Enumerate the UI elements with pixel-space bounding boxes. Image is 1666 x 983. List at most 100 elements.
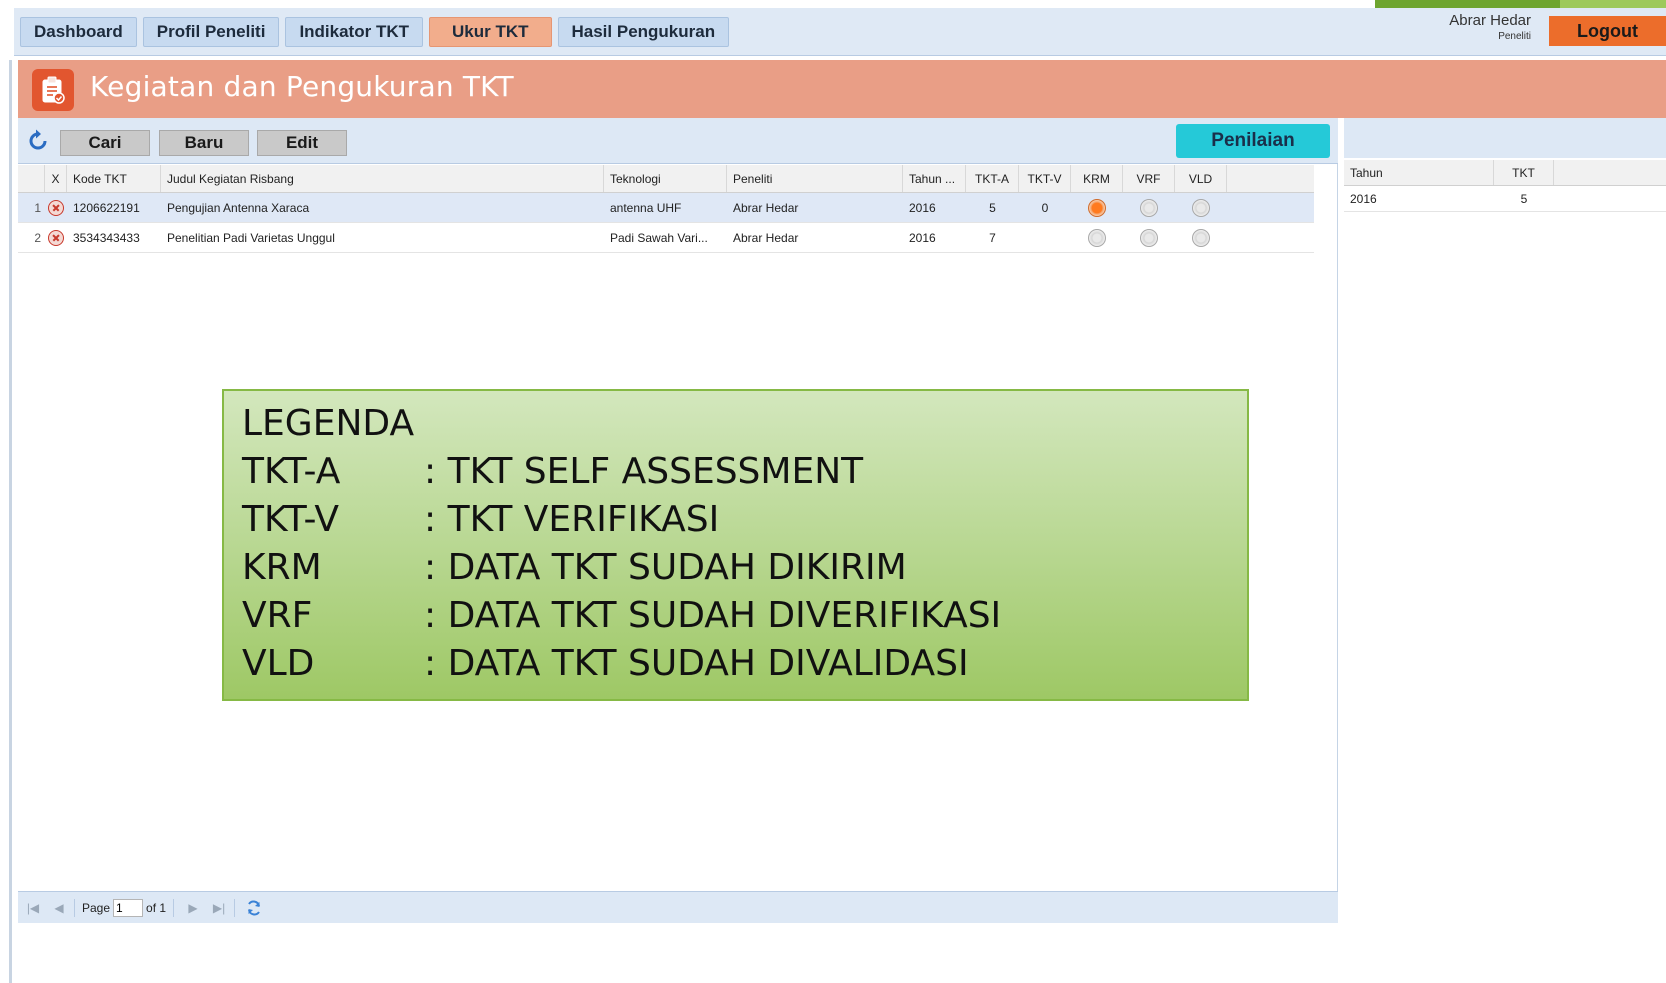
divider [234,898,236,917]
header-tkt-v[interactable]: TKT-V [1019,165,1071,192]
cell-judul: Pengujian Antenna Xaraca [167,200,310,215]
user-info: Abrar Hedar Peneliti [1449,12,1531,42]
vrf-radio[interactable] [1123,223,1175,252]
legend-item: KRM : DATA TKT SUDAH DIKIRIM [242,547,907,588]
legend-key: VRF [242,595,313,636]
delete-icon[interactable] [45,223,67,252]
page-title: Kegiatan dan Pengukuran TKT [90,70,514,103]
legend-key: KRM [242,547,322,588]
legend-desc: : TKT SELF ASSESSMENT [424,451,864,492]
krm-radio[interactable] [1071,223,1123,252]
first-page-icon[interactable]: |◀ [22,898,44,918]
legend-desc: : DATA TKT SUDAH DIVERIFIKASI [424,595,1002,636]
cell-teknologi: Padi Sawah Vari... [610,230,708,245]
page-label: Page [82,900,111,915]
refresh-icon[interactable] [26,128,50,152]
grid-header: X Kode TKT Judul Kegiatan Risbang Teknol… [18,165,1314,193]
page-header: Kegiatan dan Pengukuran TKT [18,60,1666,118]
tab-ukur-tkt[interactable]: Ukur TKT [429,17,552,47]
top-navigation-bar: Dashboard Profil Peneliti Indikator TKT … [14,8,1666,56]
legend-key: TKT-V [242,499,339,540]
header-tahun[interactable]: Tahun ... [903,165,966,192]
legend-item: VRF : DATA TKT SUDAH DIVERIFIKASI [242,595,1001,636]
side-table-row[interactable]: 2016 5 [1344,186,1666,212]
legend-desc: : TKT VERIFIKASI [424,499,720,540]
delete-icon[interactable] [45,193,67,222]
edit-button[interactable]: Edit [257,130,347,156]
user-name: Abrar Hedar [1449,12,1531,29]
table-row[interactable]: 2 3534343433 Penelitian Padi Varietas Un… [18,223,1314,253]
cell-tkt-v [1019,223,1071,252]
grid-toolbar: Cari Baru Edit Penilaian [18,118,1338,164]
divider [173,898,175,917]
side-grid-header: Tahun TKT [1344,160,1666,186]
legend-item: TKT-A : TKT SELF ASSESSMENT [242,451,863,492]
legend-item: TKT-V : TKT VERIFIKASI [242,499,719,540]
cell-tahun: 2016 [909,230,936,245]
krm-radio[interactable] [1071,193,1123,222]
cell-side-tahun: 2016 [1350,191,1377,206]
row-number: 1 [34,200,41,215]
decorative-bar-light [1560,0,1666,8]
legend-desc: : DATA TKT SUDAH DIVALIDASI [424,643,969,684]
legend-item: VLD : DATA TKT SUDAH DIVALIDASI [242,643,969,684]
cell-kode-tkt: 1206622191 [73,200,140,215]
legend-key: VLD [242,643,315,684]
next-page-icon[interactable]: ▶ [182,898,204,918]
cell-peneliti: Abrar Hedar [733,200,799,215]
cari-button[interactable]: Cari [60,130,150,156]
header-judul[interactable]: Judul Kegiatan Risbang [161,165,604,192]
header-x[interactable]: X [45,165,67,192]
cell-tkt-a: 7 [989,230,996,245]
tab-indikator-tkt[interactable]: Indikator TKT [285,17,423,47]
vrf-radio[interactable] [1123,193,1175,222]
cell-kode-tkt: 3534343433 [73,230,140,245]
cell-tkt-a: 5 [989,200,996,215]
tab-profil-peneliti[interactable]: Profil Peneliti [142,17,280,47]
row-number: 2 [34,230,41,245]
baru-button[interactable]: Baru [159,130,249,156]
header-side-tahun[interactable]: Tahun [1344,160,1494,185]
vld-radio[interactable] [1175,223,1227,252]
tab-dashboard[interactable]: Dashboard [20,17,137,47]
prev-page-icon[interactable]: ◀ [48,898,70,918]
cell-side-tkt: 5 [1520,191,1528,206]
header-filler [1227,165,1314,192]
header-side-tkt[interactable]: TKT [1494,160,1554,185]
header-kode-tkt[interactable]: Kode TKT [67,165,161,192]
header-rownum [18,165,45,192]
header-vrf[interactable]: VRF [1123,165,1175,192]
left-border [9,60,12,983]
clipboard-check-icon [32,69,74,111]
side-toolbar [1344,118,1666,158]
header-peneliti[interactable]: Peneliti [727,165,903,192]
main-nav: Dashboard Profil Peneliti Indikator TKT … [20,17,730,47]
pagination-bar: |◀ ◀ Page of 1 ▶ ▶| [18,891,1338,923]
vld-radio[interactable] [1175,193,1227,222]
last-page-icon[interactable]: ▶| [208,898,230,918]
cell-judul: Penelitian Padi Varietas Unggul [167,230,335,245]
legend-desc: : DATA TKT SUDAH DIKIRIM [424,547,907,588]
legend-title: LEGENDA [242,403,415,444]
penilaian-button[interactable]: Penilaian [1176,124,1330,158]
logout-button[interactable]: Logout [1549,16,1666,46]
tab-hasil-pengukuran[interactable]: Hasil Pengukuran [557,17,730,47]
table-row[interactable]: 1 1206622191 Pengujian Antenna Xaraca an… [18,193,1314,223]
page-number-input[interactable] [113,898,144,917]
page-count: of 1 [146,900,167,915]
legend-box: LEGENDA TKT-A : TKT SELF ASSESSMENT TKT-… [222,389,1249,701]
cell-tahun: 2016 [909,200,936,215]
app-window: Dashboard Profil Peneliti Indikator TKT … [0,0,1666,983]
cell-tkt-v: 0 [1041,200,1049,215]
header-tkt-a[interactable]: TKT-A [966,165,1019,192]
cell-peneliti: Abrar Hedar [733,230,799,245]
reload-icon[interactable] [243,898,265,918]
header-vld[interactable]: VLD [1175,165,1227,192]
user-role: Peneliti [1498,31,1531,42]
header-teknologi[interactable]: Teknologi [604,165,727,192]
side-panel: Tahun TKT 2016 5 [1344,118,1666,923]
kegiatan-grid: X Kode TKT Judul Kegiatan Risbang Teknol… [18,165,1314,253]
header-krm[interactable]: KRM [1071,165,1123,192]
cell-teknologi: antenna UHF [610,200,682,215]
divider [74,898,75,917]
